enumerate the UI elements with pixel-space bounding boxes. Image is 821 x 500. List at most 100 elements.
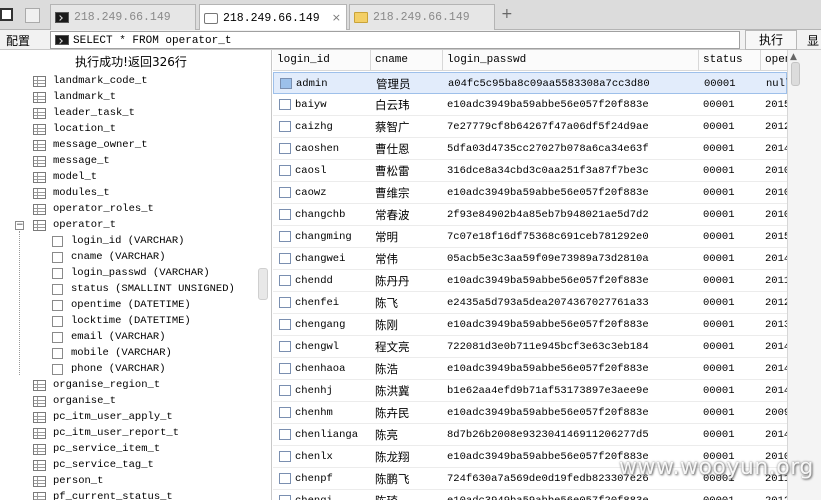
table-row[interactable]: baiyw 白云玮 e10adc3949ba59abbe56e057f20f883e… [273,94,787,116]
terminal-icon [55,12,69,23]
table-cell: 曹仕恩 [375,142,410,156]
close-tab-icon[interactable]: × [332,11,341,24]
scrollbar-thumb[interactable] [791,62,800,86]
row-icon [279,231,291,242]
tree-table-node[interactable]: message_owner_t [33,137,148,153]
tree-column-node[interactable]: opentime (DATETIME) [52,297,191,313]
tree-table-node[interactable]: organise_region_t [33,377,160,393]
tab-sql-query[interactable]: 218.249.66.149 × [199,4,347,31]
table-cell: 陈飞 [375,296,398,310]
terminal-icon [55,35,69,45]
table-row[interactable]: chenhj 陈洪冀 b1e62aa4efd9b71af53173897e3aee9… [273,380,787,402]
table-row[interactable]: changchb 常春波 2f93e84902b4a85eb7b948021ae5d… [273,204,787,226]
tree-node-label: pc_service_tag_t [53,459,154,471]
tree-scrollbar-thumb[interactable] [258,268,268,300]
table-icon [33,155,46,167]
tree-table-node[interactable]: modules_t [33,185,110,201]
table-cell: 00001 [703,363,735,375]
table-row[interactable]: chengwl 程文亮 722081d3e0b711e945bcf3e63c3eb1… [273,336,787,358]
display-button[interactable]: 显 [807,32,819,49]
column-header[interactable]: open [761,50,787,71]
tab-file-browser[interactable]: 218.249.66.149 [349,4,495,30]
table-cell: 陈卉民 [375,406,410,420]
tree-table-node[interactable]: landmark_code_t [33,73,148,89]
row-icon [279,143,291,154]
table-row[interactable]: chenlianga 陈亮 8d7b26b2008e9323041469112062… [273,424,787,446]
table-cell: 2014 [765,341,787,353]
table-row[interactable]: chendd 陈丹丹 e10adc3949ba59abbe56e057f20f883… [273,270,787,292]
table-cell: 2012 [765,121,787,133]
table-icon [33,395,46,407]
tree-table-node[interactable]: person_t [33,473,103,489]
document-icon [204,12,218,24]
tab-ssh-terminal[interactable]: 218.249.66.149 [50,4,196,30]
tree-column-node[interactable]: cname (VARCHAR) [52,249,166,265]
table-row[interactable]: chengang 陈刚 e10adc3949ba59abbe56e057f20f88… [273,314,787,336]
table-cell: 2013 [765,319,787,331]
tree-table-node[interactable]: organise_t [33,393,116,409]
column-header[interactable]: login_id [273,50,371,71]
table-cell: 05acb5e3c3aa59f09e73989a73d2810a [447,253,649,265]
new-tab-button[interactable]: + [501,6,513,22]
table-row[interactable]: changming 常明 7c07e18f16df75368c691ceb78129… [273,226,787,248]
sql-input-box[interactable]: ± ∨ [50,31,784,49]
tree-table-node[interactable]: pf_current_status_t [33,489,173,500]
execute-button[interactable]: 执行 [745,30,797,50]
table-row[interactable]: caosl 曹松雷 316dce8a34cbd3c0aa251f3a87f7be3c… [273,160,787,182]
table-row[interactable]: changwei 常伟 05acb5e3c3aa59f09e73989a73d281… [273,248,787,270]
table-cell: 00001 [703,253,735,265]
table-row[interactable]: admin 管理员 a04fc5c95ba8c09aa5583308a7cc3d80… [273,72,787,94]
tree-table-node[interactable]: pc_service_tag_t [33,457,154,473]
tree-node-label: mobile (VARCHAR) [71,347,172,359]
collapse-node-icon[interactable]: − [15,221,24,230]
table-cell: e10adc3949ba59abbe56e057f20f883e [447,490,699,500]
table-cell: chenlianga [295,429,359,441]
column-header[interactable]: cname [371,50,443,71]
tree-node-label: pf_current_status_t [53,491,173,500]
config-button[interactable]: 配置 [6,32,30,49]
tab-label: 218.249.66.149 [74,11,171,24]
table-row[interactable]: chenqi 陈琦 e10adc3949ba59abbe56e057f20f883e… [273,490,787,500]
table-icon [33,75,46,87]
sql-query-input[interactable] [73,32,693,48]
tree-table-node[interactable]: message_t [33,153,110,169]
table-row[interactable]: chenfei 陈飞 e2435a5d793a5dea2074367027761a3… [273,292,787,314]
scroll-up-icon[interactable]: ▲ [790,52,797,62]
tree-table-node[interactable]: model_t [33,169,97,185]
column-header[interactable]: status [699,50,761,71]
tree-table-node[interactable]: pc_itm_user_report_t [33,425,179,441]
table-row[interactable]: caowz 曹维宗 e10adc3949ba59abbe56e057f20f883e… [273,182,787,204]
tree-column-node[interactable]: login_id (VARCHAR) [52,233,184,249]
table-cell: admin [296,78,328,90]
tree-table-node[interactable]: leader_task_t [33,105,135,121]
tree-column-node[interactable]: phone (VARCHAR) [52,361,166,377]
window-menu-icon[interactable] [0,8,13,21]
table-cell: chenhj [295,385,333,397]
grid-scrollbar[interactable]: ▲ [787,50,821,500]
table-row[interactable]: caizhg 蔡智广 7e27779cf8b64267f47a06df5f24d9a… [273,116,787,138]
table-cell: 7c07e18f16df75368c691ceb781292e0 [447,231,649,243]
tree-column-node[interactable]: login_passwd (VARCHAR) [52,265,210,281]
row-icon [279,187,291,198]
column-header[interactable]: login_passwd [443,50,699,71]
tree-table-node[interactable]: operator_t [33,217,116,233]
table-row[interactable]: chenhaoa 陈浩 e10adc3949ba59abbe56e057f20f88… [273,358,787,380]
table-cell: 00001 [703,490,761,500]
tree-column-node[interactable]: mobile (VARCHAR) [52,345,172,361]
folder-icon [354,12,368,23]
table-row[interactable]: caoshen 曹仕恩 5dfa03d4735cc27027b078a6ca34e6… [273,138,787,160]
table-cell: 00001 [703,297,735,309]
tree-column-node[interactable]: locktime (DATETIME) [52,313,191,329]
tree-node-label: person_t [53,475,104,487]
tree-table-node[interactable]: pc_itm_user_apply_t [33,409,173,425]
row-icon [279,253,291,264]
tree-table-node[interactable]: operator_roles_t [33,201,154,217]
tree-column-node[interactable]: email (VARCHAR) [52,329,166,345]
tree-column-node[interactable]: status (SMALLINT UNSIGNED) [52,281,235,297]
tree-table-node[interactable]: location_t [33,121,116,137]
table-row[interactable]: chenhm 陈卉民 e10adc3949ba59abbe56e057f20f883… [273,402,787,424]
column-icon [52,251,63,263]
tree-table-node[interactable]: pc_service_item_t [33,441,160,457]
tab-overflow-icon[interactable] [25,8,40,23]
tree-table-node[interactable]: landmark_t [33,89,116,105]
